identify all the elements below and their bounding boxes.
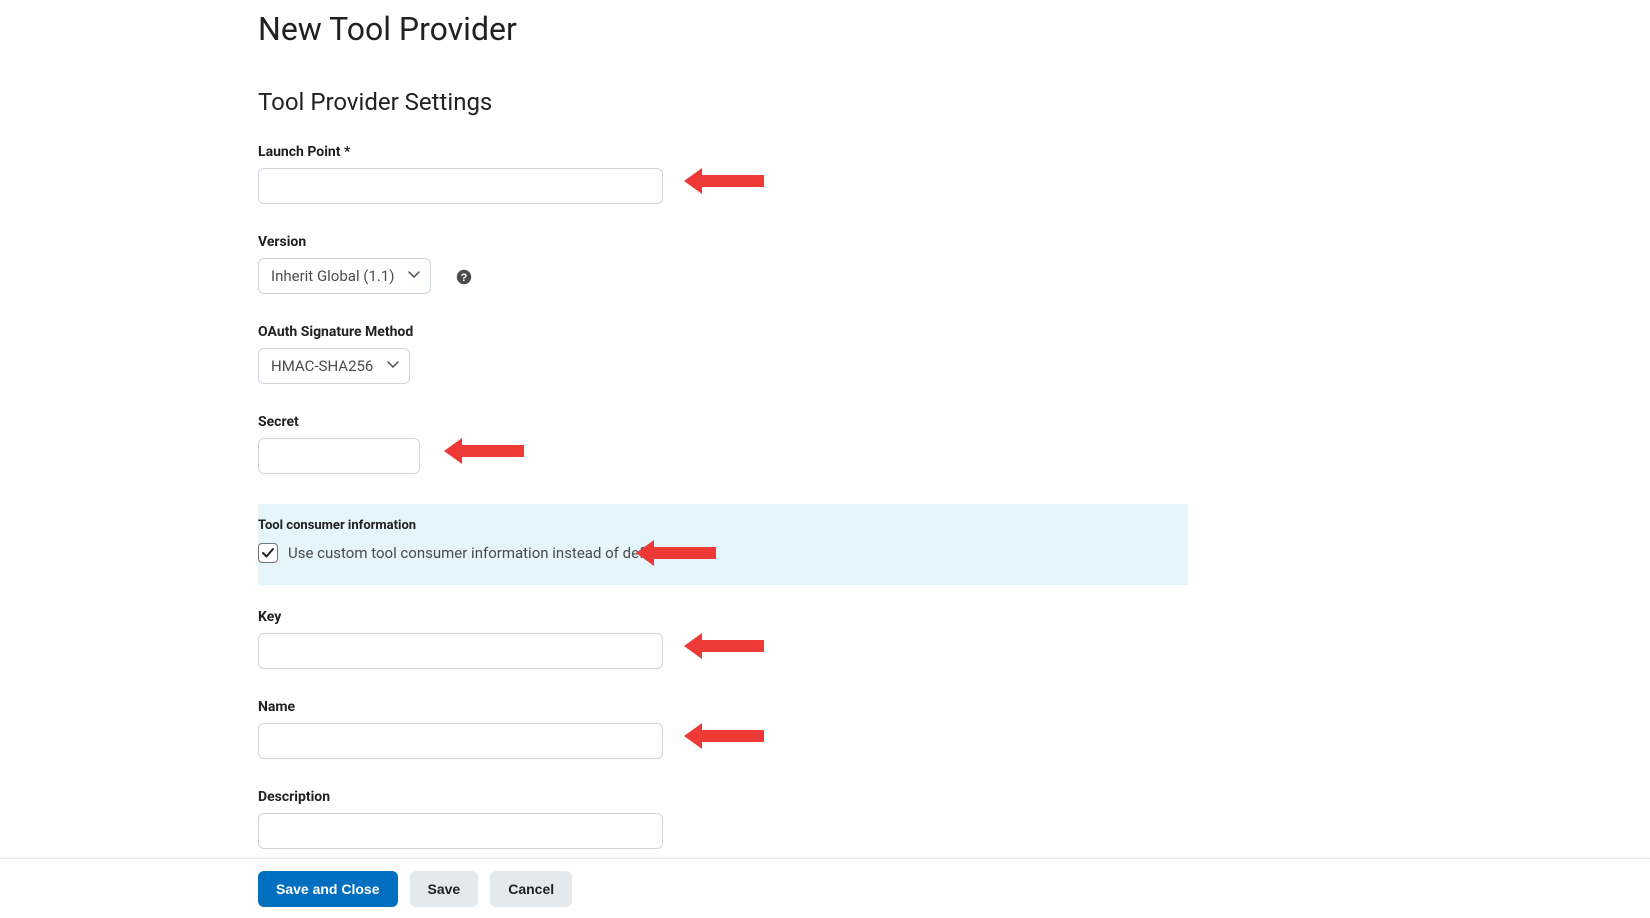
page-title: New Tool Provider [258,10,1208,48]
launch-point-input[interactable] [258,168,663,204]
oauth-field-group: OAuth Signature Method HMAC-SHA256 [258,324,1208,384]
annotation-arrow-icon [684,723,764,749]
consumer-checkbox-label: Use custom tool consumer information ins… [288,544,669,562]
consumer-section-label: Tool consumer information [258,518,1188,533]
version-selected-value: Inherit Global (1.1) [271,267,394,285]
secret-input[interactable] [258,438,420,474]
key-field-group: Key [258,609,1208,669]
description-label: Description [258,789,1208,805]
oauth-label: OAuth Signature Method [258,324,1208,340]
key-input[interactable] [258,633,663,669]
version-select[interactable]: Inherit Global (1.1) [258,258,431,294]
consumer-checkbox-row: Use custom tool consumer information ins… [258,543,1188,563]
launch-point-label: Launch Point * [258,144,1208,160]
annotation-arrow-icon [684,633,764,659]
footer-action-bar: Save and Close Save Cancel [0,858,1650,918]
version-field-group: Version Inherit Global (1.1) ? [258,234,1208,294]
consumer-info-section: Tool consumer information Use custom too… [258,504,1188,585]
page-scroll-container[interactable]: New Tool Provider Tool Provider Settings… [0,0,1650,918]
description-field-group: Description [258,789,1208,849]
cancel-button[interactable]: Cancel [490,871,572,907]
chevron-down-icon [387,361,397,371]
description-input[interactable] [258,813,663,849]
oauth-select[interactable]: HMAC-SHA256 [258,348,410,384]
chevron-down-icon [408,271,418,281]
section-title: Tool Provider Settings [258,88,1208,116]
launch-point-field-group: Launch Point * [258,144,1208,204]
secret-label: Secret [258,414,1208,430]
consumer-checkbox[interactable] [258,543,278,563]
version-label: Version [258,234,1208,250]
secret-field-group: Secret [258,414,1208,474]
form-content: New Tool Provider Tool Provider Settings… [258,0,1208,883]
name-label: Name [258,699,1208,715]
annotation-arrow-icon [684,168,764,194]
save-and-close-button[interactable]: Save and Close [258,871,398,907]
oauth-selected-value: HMAC-SHA256 [271,357,373,375]
save-button[interactable]: Save [410,871,479,907]
annotation-arrow-icon [444,438,524,464]
name-field-group: Name [258,699,1208,759]
svg-text:?: ? [461,272,468,284]
name-input[interactable] [258,723,663,759]
key-label: Key [258,609,1208,625]
help-icon[interactable]: ? [455,268,473,286]
